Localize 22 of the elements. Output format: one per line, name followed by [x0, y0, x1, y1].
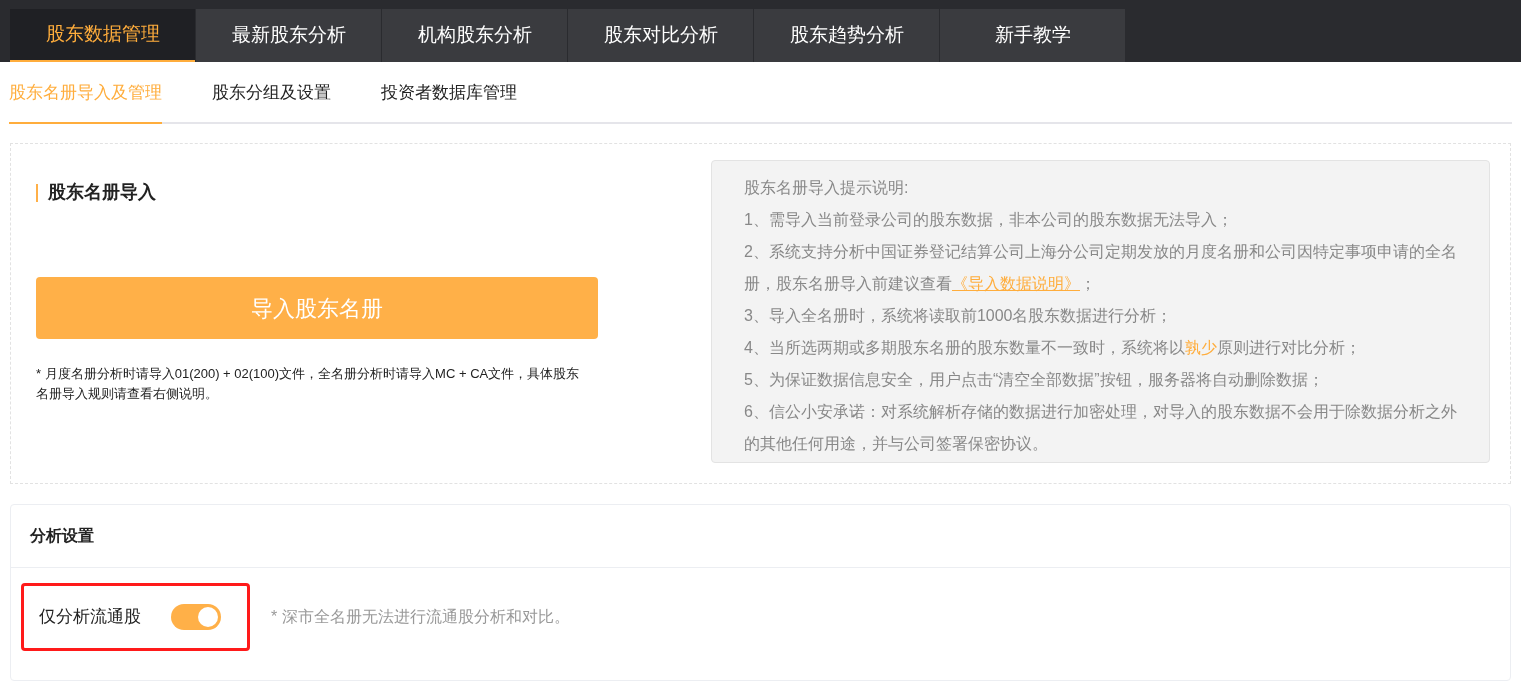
setting-note: * 深市全名册无法进行流通股分析和对比。	[271, 607, 570, 627]
nav-tab[interactable]: 股东趋势分析	[754, 9, 939, 62]
instruction-item: 4、当所选两期或多期股东名册的股东数量不一致时，系统将以孰少原则进行对比分析；	[744, 338, 1362, 358]
sub-tab[interactable]: 股东分组及设置	[212, 63, 331, 124]
section-title: 分析设置	[30, 526, 94, 546]
section-title: 股东名册导入	[48, 181, 156, 204]
nav-tab[interactable]: 机构股东分析	[382, 9, 567, 62]
instruction-item: 3、导入全名册时，系统将读取前1000名股东数据进行分析；	[744, 306, 1174, 326]
instruction-item: 5、为保证数据信息安全，用户点击“清空全部数据”按钮，服务器将自动删除数据；	[744, 370, 1325, 390]
instruction-item: 1、需导入当前登录公司的股东数据，非本公司的股东数据无法导入；	[744, 210, 1234, 230]
instruction-item: 2、系统支持分析中国证券登记结算公司上海分公司定期发放的月度名册和公司因特定事项申请的全名册，股东名册导入前建议查看《导入数据说明》；	[744, 242, 1458, 294]
setting-label: 仅分析流通股	[39, 606, 141, 629]
sub-tab[interactable]: 投资者数据库管理	[381, 63, 517, 124]
nav-tab[interactable]: 股东对比分析	[568, 9, 753, 62]
nav-tab[interactable]: 最新股东分析	[196, 9, 381, 62]
title-accent-bar	[36, 183, 38, 202]
nav-tab[interactable]: 新手教学	[940, 9, 1125, 62]
instructions-title: 股东名册导入提示说明:	[744, 178, 910, 198]
instruction-item: 6、信公小安承诺：对系统解析存储的数据进行加密处理，对导入的股东数据不会用于除数据分析之外的其他任何用途，并与公司签署保密协议。	[744, 402, 1458, 454]
nav-tab[interactable]: 股东数据管理	[10, 9, 195, 62]
import-note: * 月度名册分析时请导入01(200) + 02(100)文件，全名册分析时请导入MC + CA文件，具体股东名册导入规则请查看右侧说明。	[36, 365, 581, 403]
toggle-switch[interactable]	[171, 604, 221, 630]
